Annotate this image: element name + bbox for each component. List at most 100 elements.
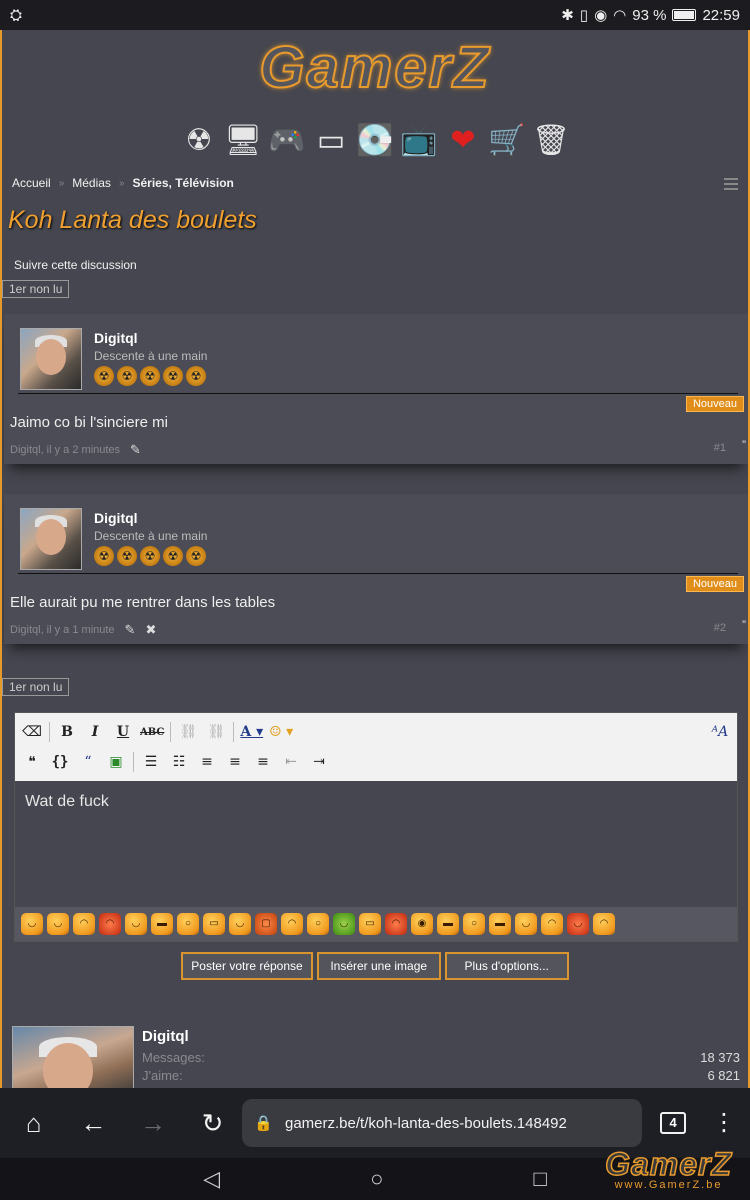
post-reply-button[interactable]: Poster votre réponse (181, 952, 313, 980)
smiley-icon[interactable]: ○ (177, 913, 199, 935)
link-icon[interactable]: ⛓ (177, 721, 199, 743)
url-bar[interactable]: 🔒 gamerz.be/t/koh-lanta-des-boulets.1484… (242, 1099, 643, 1147)
bold-button[interactable]: B (56, 721, 78, 743)
edit-icon[interactable]: ✎ (125, 622, 136, 638)
heart-icon[interactable]: ❤ (444, 121, 482, 159)
post-number[interactable]: #1 (714, 442, 726, 454)
nav-home-icon[interactable]: ○ (370, 1166, 383, 1192)
user-card: Digitql Messages: 18 373 J'aime: 6 821 (12, 1026, 742, 1088)
shopping-cart-icon[interactable]: 🛒 (488, 121, 526, 159)
edit-icon[interactable]: ✎ (130, 442, 141, 458)
reload-icon[interactable]: ↻ (193, 1103, 233, 1143)
outdent-icon[interactable]: ⇤ (280, 751, 302, 773)
smiley-icon[interactable]: ◠ (541, 913, 563, 935)
nav-recents-icon[interactable]: □ (533, 1166, 546, 1192)
trash-icon[interactable]: 🗑 (532, 121, 570, 159)
forward-icon[interactable]: → (133, 1103, 173, 1143)
delete-icon[interactable]: ✖ (145, 622, 156, 638)
radiation-icon[interactable]: ☢ (180, 121, 218, 159)
author-name[interactable]: Digitql (94, 510, 138, 526)
image-icon[interactable]: ▣ (105, 751, 127, 773)
smiley-icon[interactable]: ▬ (151, 913, 173, 935)
breadcrumb-home[interactable]: Accueil (12, 176, 51, 190)
unlink-icon[interactable]: ⛓ (205, 721, 227, 743)
smiley-icon[interactable]: ◠ (281, 913, 303, 935)
avatar[interactable] (20, 508, 82, 570)
computer-icon[interactable]: 🖥 (224, 121, 262, 159)
smiley-icon[interactable]: ◠ (385, 913, 407, 935)
numbered-list-icon[interactable]: ☷ (168, 751, 190, 773)
reply-input[interactable]: Wat de fuck (15, 781, 737, 907)
smiley-icon[interactable]: ◡ (567, 913, 589, 935)
quote-icon[interactable]: ” (742, 438, 746, 452)
smiley-icon[interactable]: ○ (307, 913, 329, 935)
messages-label: Messages: (142, 1050, 205, 1065)
radiation-icon: ☢ (140, 546, 160, 566)
smiley-icon[interactable]: ▭ (203, 913, 225, 935)
align-right-icon[interactable]: ≡ (252, 751, 274, 773)
smiley-icon[interactable]: ◡ (125, 913, 147, 935)
menu-icon[interactable] (724, 178, 738, 193)
post-date[interactable]: Digitql, il y a 2 minutes (10, 444, 120, 456)
avatar[interactable] (12, 1026, 134, 1088)
breadcrumb-current[interactable]: Séries, Télévision (133, 176, 234, 190)
smiley-icon[interactable]: ☺ ▾ (269, 721, 293, 743)
italic-button[interactable]: I (84, 721, 106, 743)
reply-editor: ⌫ B I U ABC ⛓ ⛓ A ▾ ☺ ▾ ᴬA ❝ {} “ ▣ ☰ ☷ … (14, 712, 738, 942)
radiation-icon: ☢ (186, 366, 206, 386)
avatar[interactable] (20, 328, 82, 390)
post-date[interactable]: Digitql, il y a 1 minute (10, 624, 115, 636)
smiley-icon[interactable]: ▢ (255, 913, 277, 935)
tv-icon[interactable]: 📺 (400, 121, 438, 159)
quote-icon[interactable]: ” (742, 618, 746, 632)
site-logo[interactable]: GamerZ (2, 34, 748, 101)
radiation-icon: ☢ (94, 546, 114, 566)
smiley-icon[interactable]: ◡ (21, 913, 43, 935)
font-size-icon[interactable]: ᴬA (709, 721, 731, 743)
code-icon[interactable]: {} (49, 751, 71, 773)
smiley-icon[interactable]: ◠ (73, 913, 95, 935)
author-name[interactable]: Digitql (94, 330, 138, 346)
post-number[interactable]: #2 (714, 622, 726, 634)
bullet-list-icon[interactable]: ☰ (140, 751, 162, 773)
smiley-icon[interactable]: ▭ (359, 913, 381, 935)
indent-icon[interactable]: ⇥ (308, 751, 330, 773)
url-text[interactable]: gamerz.be/t/koh-lanta-des-boulets.148492 (285, 1115, 567, 1132)
gamepad-icon[interactable]: 🎮 (268, 121, 306, 159)
radiation-icon: ☢ (117, 546, 137, 566)
more-menu-icon[interactable]: ⋮ (712, 1111, 736, 1135)
smiley-icon[interactable]: ◠ (99, 913, 121, 935)
breadcrumb-medias[interactable]: Médias (72, 176, 111, 190)
smiley-icon[interactable]: ▬ (489, 913, 511, 935)
clock: 22:59 (702, 6, 740, 24)
author-rank: Descente à une main (94, 529, 208, 543)
psp-icon[interactable]: ▭ (312, 121, 350, 159)
tabs-button[interactable]: 4 (660, 1112, 687, 1134)
blockquote-icon[interactable]: “ (77, 751, 99, 773)
first-unread-link[interactable]: 1er non lu (2, 678, 70, 696)
align-center-icon[interactable]: ≡ (224, 751, 246, 773)
smiley-icon[interactable]: ◡ (515, 913, 537, 935)
insert-image-button[interactable]: Insérer une image (316, 952, 441, 980)
hard-drive-icon[interactable]: 💽 (356, 121, 394, 159)
first-unread-link[interactable]: 1er non lu (2, 280, 70, 298)
follow-thread-link[interactable]: Suivre cette discussion (14, 258, 137, 272)
underline-button[interactable]: U (112, 721, 134, 743)
strikethrough-button[interactable]: ABC (140, 721, 164, 743)
smiley-icon[interactable]: ◡ (47, 913, 69, 935)
quote-icon[interactable]: ❝ (21, 751, 43, 773)
smiley-icon[interactable]: ◡ (229, 913, 251, 935)
back-icon[interactable]: ← (74, 1103, 114, 1143)
more-options-button[interactable]: Plus d'options... (444, 952, 569, 980)
align-left-icon[interactable]: ≡ (196, 751, 218, 773)
smiley-icon[interactable]: ○ (463, 913, 485, 935)
smiley-icon[interactable]: ▬ (437, 913, 459, 935)
smiley-icon[interactable]: ◠ (593, 913, 615, 935)
eraser-icon[interactable]: ⌫ (21, 721, 43, 743)
home-icon[interactable]: ⌂ (14, 1103, 54, 1143)
smiley-icon[interactable]: ◡ (333, 913, 355, 935)
smiley-icon[interactable]: ◉ (411, 913, 433, 935)
nav-back-icon[interactable]: ◁ (203, 1166, 220, 1192)
text-color-icon[interactable]: A ▾ (240, 721, 263, 743)
user-name[interactable]: Digitql (142, 1028, 189, 1045)
